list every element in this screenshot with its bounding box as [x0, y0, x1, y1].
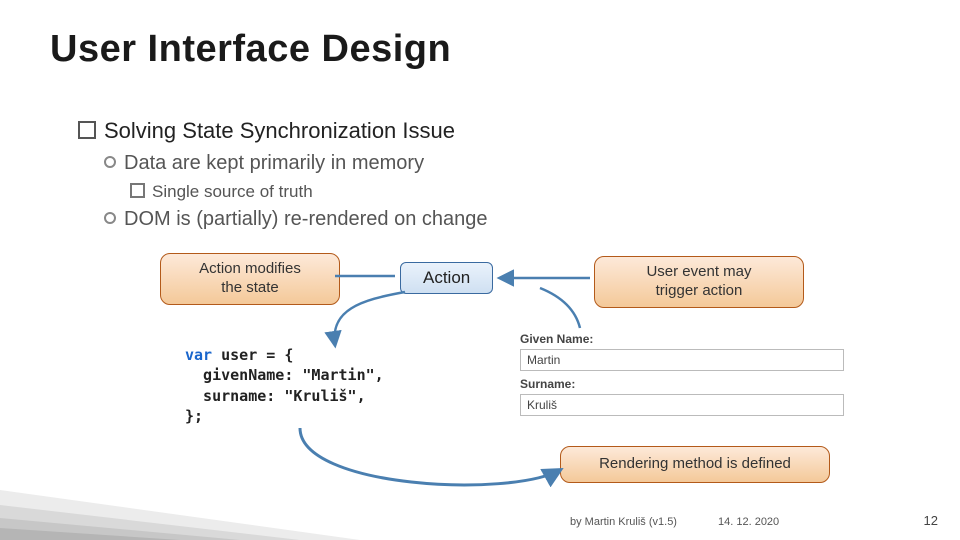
slide-title: User Interface Design [50, 28, 451, 71]
bullet-level1: Solving State Synchronization Issue [78, 118, 455, 144]
callout-user-event: User event maytrigger action [594, 256, 804, 308]
code-keyword: var [185, 346, 212, 364]
corner-decoration [0, 450, 360, 540]
form-label-given-name: Given Name: [520, 332, 850, 346]
square-bullet-icon [130, 183, 145, 198]
rendered-form: Given Name: Martin Surname: Kruliš [520, 330, 850, 422]
bullet-level3a: Single source of truth [130, 182, 313, 202]
ring-bullet-icon [104, 156, 116, 168]
footer-author: by Martin Kruliš (v1.5) [570, 516, 677, 528]
bullet-l3a-text: Single source of truth [152, 182, 313, 201]
bullet-l2b-text: DOM is (partially) re-rendered on change [124, 208, 488, 230]
code-line-1-rest: user = { [212, 346, 293, 364]
form-input-surname: Kruliš [520, 394, 844, 416]
form-input-given-name: Martin [520, 349, 844, 371]
ring-bullet-icon [104, 212, 116, 224]
callout-action-modifies-state: Action modifiesthe state [160, 253, 340, 305]
footer-date: 14. 12. 2020 [718, 516, 779, 528]
form-label-surname: Surname: [520, 377, 850, 391]
square-bullet-icon [78, 121, 96, 139]
code-line-3: surname: "Kruliš", [185, 386, 384, 406]
footer-page-number: 12 [924, 513, 938, 528]
code-line-2: givenName: "Martin", [185, 365, 384, 385]
code-snippet: var user = { givenName: "Martin", surnam… [185, 345, 384, 426]
callout-rendering-method: Rendering method is defined [560, 446, 830, 483]
code-line-1: var user = { [185, 345, 384, 365]
bullet-l2a-text: Data are kept primarily in memory [124, 152, 424, 174]
bullet-level2a: Data are kept primarily in memory [104, 152, 424, 175]
bullet-l1-text: Solving State Synchronization Issue [104, 118, 455, 143]
bullet-level2b: DOM is (partially) re-rendered on change [104, 208, 488, 231]
code-line-4: }; [185, 406, 384, 426]
action-box: Action [400, 262, 493, 294]
